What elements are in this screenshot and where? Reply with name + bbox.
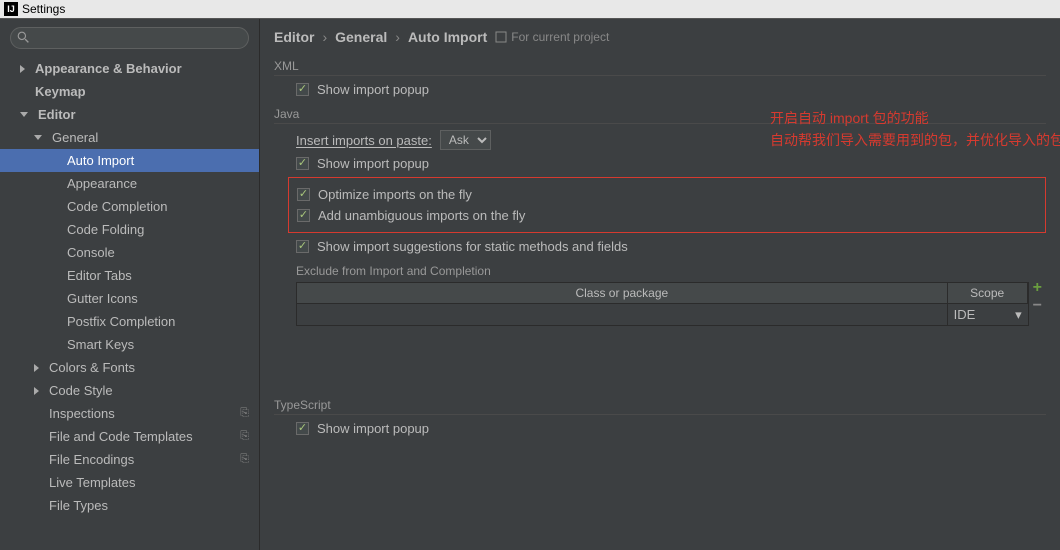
sidebar-item-colors-fonts[interactable]: Colors & Fonts [0,356,259,379]
col-class: Class or package [297,283,948,303]
sidebar-item-postfix-completion[interactable]: Postfix Completion [0,310,259,333]
xml-show-popup-checkbox[interactable]: ✓ [296,83,309,96]
optimize-imports-label: Optimize imports on the fly [318,187,472,202]
project-scope-icon [495,31,507,43]
sidebar-item-label: Colors & Fonts [49,360,135,375]
sidebar-item-label: Appearance & Behavior [35,61,182,76]
sidebar-item-appearance-behavior[interactable]: Appearance & Behavior [0,57,259,80]
sidebar-item-label: File and Code Templates [49,429,193,444]
static-suggestions-checkbox[interactable]: ✓ [296,240,309,253]
sidebar-item-label: Keymap [35,84,86,99]
annotation-text: 开启自动 import 包的功能 自动帮我们导入需要用到的包，并优化导入的包，比… [770,107,1060,152]
add-exclusion-button[interactable]: + [1033,280,1042,296]
ts-show-popup-checkbox[interactable]: ✓ [296,422,309,435]
sidebar: Appearance & Behavior Keymap Editor General… [0,19,260,550]
breadcrumb: Editor › General › Auto Import For curre… [274,29,1046,45]
sidebar-item-file-and-code-templates[interactable]: File and Code Templates ⎘ [0,425,259,448]
sidebar-item-label: Live Templates [49,475,135,490]
sidebar-item-gutter-icons[interactable]: Gutter Icons [0,287,259,310]
exclude-table-header: Class or package Scope [296,282,1029,304]
expand-arrow-icon[interactable] [34,387,39,395]
sidebar-item-inspections[interactable]: Inspections ⎘ [0,402,259,425]
sidebar-item-label: Postfix Completion [67,314,175,329]
sidebar-item-label: Code Completion [67,199,167,214]
sidebar-item-keymap[interactable]: Keymap [0,80,259,103]
expand-arrow-icon[interactable] [20,65,25,73]
section-xml: XML [274,59,1046,76]
sidebar-item-appearance[interactable]: Appearance [0,172,259,195]
search-input[interactable] [10,27,249,49]
sidebar-item-code-completion[interactable]: Code Completion [0,195,259,218]
project-level-icon: ⎘ [240,453,249,466]
sidebar-item-label: Smart Keys [67,337,134,352]
sidebar-item-live-templates[interactable]: Live Templates [0,471,259,494]
static-suggestions-label: Show import suggestions for static metho… [317,239,628,254]
expand-arrow-icon[interactable] [34,364,39,372]
sidebar-item-label: Editor Tabs [67,268,132,283]
section-typescript: TypeScript [274,398,1046,415]
sidebar-item-smart-keys[interactable]: Smart Keys [0,333,259,356]
optimize-imports-checkbox[interactable]: ✓ [297,188,310,201]
settings-tree: Appearance & Behavior Keymap Editor General… [0,57,259,550]
exclude-table-row[interactable]: IDE▾ [296,304,1029,326]
java-show-popup-checkbox[interactable]: ✓ [296,157,309,170]
unambiguous-imports-label: Add unambiguous imports on the fly [318,208,525,223]
sidebar-item-label: File Types [49,498,108,513]
sidebar-item-console[interactable]: Console [0,241,259,264]
search-icon [17,31,30,44]
exclude-section-label: Exclude from Import and Completion [296,264,1046,278]
insert-imports-select[interactable]: Ask [440,130,491,150]
ts-show-popup-label: Show import popup [317,421,429,436]
sidebar-item-label: Code Folding [67,222,144,237]
sidebar-item-label: Code Style [49,383,113,398]
java-show-popup-label: Show import popup [317,156,429,171]
sidebar-item-file-types[interactable]: File Types [0,494,259,517]
sidebar-item-code-style[interactable]: Code Style [0,379,259,402]
sidebar-item-label: General [52,130,98,145]
sidebar-item-label: Gutter Icons [67,291,138,306]
crumb-general[interactable]: General [335,29,387,45]
remove-exclusion-button[interactable]: − [1033,298,1042,314]
xml-show-popup-label: Show import popup [317,82,429,97]
crumb-editor[interactable]: Editor [274,29,314,45]
sidebar-item-file-encodings[interactable]: File Encodings ⎘ [0,448,259,471]
main-panel: Editor › General › Auto Import For curre… [260,19,1060,550]
expand-arrow-icon[interactable] [20,112,28,117]
app-logo-icon: IJ [4,2,18,16]
sidebar-item-label: Appearance [67,176,137,191]
sidebar-item-auto-import[interactable]: Auto Import [0,149,259,172]
scope-label: For current project [495,30,609,44]
col-scope: Scope [948,283,1028,303]
sidebar-item-general[interactable]: General [0,126,259,149]
chevron-down-icon[interactable]: ▾ [1015,307,1022,323]
sidebar-item-label: Inspections [49,406,115,421]
project-level-icon: ⎘ [240,407,249,420]
sidebar-item-label: Auto Import [67,153,134,168]
expand-arrow-icon[interactable] [34,135,42,140]
sidebar-item-label: File Encodings [49,452,134,467]
sidebar-item-label: Console [67,245,115,260]
sidebar-item-editor[interactable]: Editor [0,103,259,126]
titlebar: IJ Settings [0,0,1060,19]
annotation-highlight-box: ✓ Optimize imports on the fly ✓ Add unam… [288,177,1046,233]
unambiguous-imports-checkbox[interactable]: ✓ [297,209,310,222]
sidebar-item-code-folding[interactable]: Code Folding [0,218,259,241]
sidebar-item-label: Editor [38,107,76,122]
crumb-auto-import: Auto Import [408,29,487,45]
project-level-icon: ⎘ [240,430,249,443]
insert-imports-label: Insert imports on paste: [296,133,432,148]
window-title: Settings [22,2,65,16]
sidebar-item-editor-tabs[interactable]: Editor Tabs [0,264,259,287]
